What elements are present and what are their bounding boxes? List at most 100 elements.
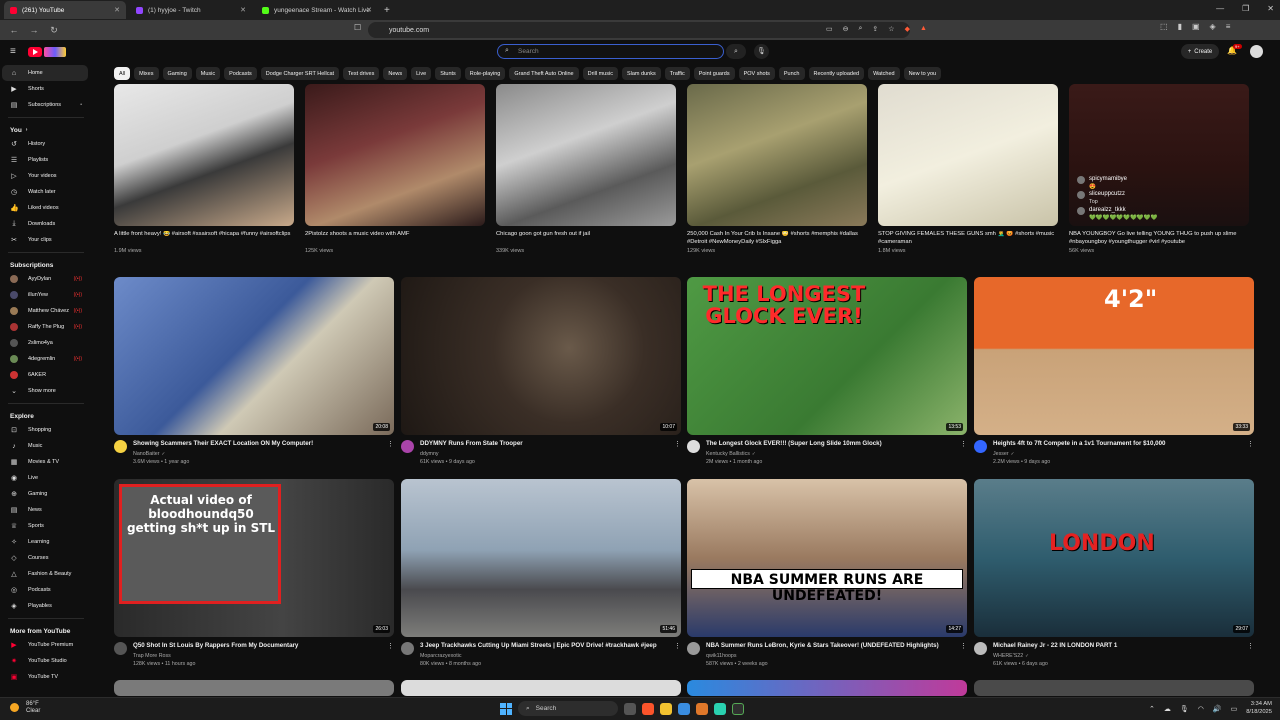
sidebar-sub-4degremlin[interactable]: 4degremlin ((•)) — [0, 351, 92, 367]
video-thumbnail[interactable]: THE LONGEST GLOCK EVER! 13:53 — [687, 277, 967, 435]
sidebar-item-studio[interactable]: ✷ YouTube Studio — [0, 653, 92, 669]
short-thumbnail[interactable] — [496, 84, 676, 226]
channel-name[interactable]: qwik11hoops — [706, 653, 967, 659]
chevron-up-icon[interactable]: ⌃ — [1149, 705, 1155, 713]
sidebar-item-your-videos[interactable]: ▷ Your videos — [0, 168, 92, 184]
sidebar-item-courses[interactable]: ◇ Courses — [0, 550, 92, 566]
short-thumbnail[interactable] — [305, 84, 485, 226]
sidebar-sub-raffy-the-plug[interactable]: Raffy The Plug ((•)) — [0, 319, 92, 335]
browser-tab-kick[interactable]: yungeenace Stream - Watch Live ✕ — [256, 1, 378, 19]
video-title[interactable]: 3 Jeep Trackhawks Cutting Up Miami Stree… — [420, 642, 681, 650]
search-box[interactable]: ⌕ Search — [497, 44, 724, 59]
sidebar-item-gaming[interactable]: ⊕ Gaming — [0, 486, 92, 502]
channel-avatar[interactable] — [401, 440, 414, 453]
channel-name[interactable]: WHERE'S22 ✓ — [993, 653, 1254, 659]
close-tab-icon[interactable]: ✕ — [366, 6, 372, 14]
create-button[interactable]: + Create — [1181, 44, 1219, 59]
mic-icon[interactable]: 🎙 — [1180, 705, 1189, 713]
sidebar-item-liked-videos[interactable]: 👍 Liked videos — [0, 200, 92, 216]
windows-start-icon[interactable] — [500, 702, 512, 715]
sidebar-item-sports[interactable]: ♕ Sports — [0, 518, 92, 534]
account-avatar[interactable] — [1250, 45, 1263, 58]
browser-tab-twitch[interactable]: (1) hyyjoe - Twitch ✕ — [130, 1, 252, 19]
short-title[interactable]: A little front heavy! 😂 #airsoft #ssairs… — [114, 231, 294, 246]
zoom-icon[interactable]: ⊖ — [843, 25, 849, 33]
short-thumbnail[interactable]: spicymamibye 😍 sliceuppcutzz Top darealz… — [1069, 84, 1249, 226]
sidebar-item-shorts[interactable]: ▶ Shorts — [0, 81, 92, 97]
channel-name[interactable]: NanoBaiter ✓ — [133, 451, 394, 457]
chip[interactable]: POV shots — [738, 67, 775, 80]
short-title[interactable]: NBA YOUNGBOY Go live telling YOUNG THUG … — [1069, 231, 1249, 246]
more-options-icon[interactable]: ⋮ — [1247, 440, 1254, 448]
short-card[interactable]: 2Pistolzz shoots a music video with AMF … — [305, 84, 485, 254]
chip-all[interactable]: All — [114, 67, 131, 80]
short-card[interactable]: spicymamibye 😍 sliceuppcutzz Top darealz… — [1069, 84, 1249, 254]
chip[interactable]: Traffic — [664, 67, 690, 80]
chip[interactable]: Grand Theft Auto Online — [509, 67, 579, 80]
translate-icon[interactable]: ⌕ — [859, 25, 863, 33]
more-options-icon[interactable]: ⋮ — [674, 440, 681, 448]
extension-icon[interactable]: ⬚ — [1160, 22, 1168, 31]
video-title[interactable]: Heights 4ft to 7ft Compete in a 1v1 Tour… — [993, 440, 1254, 448]
short-title[interactable]: Chicago goon got gun fresh out if jail — [496, 231, 676, 246]
short-thumbnail[interactable] — [878, 84, 1058, 226]
video-title[interactable]: Michael Rainey Jr - 22 IN LONDON PART 1 — [993, 642, 1254, 650]
sidebar-item-playlists[interactable]: ☰ Playlists — [0, 152, 92, 168]
chip[interactable]: Music — [195, 67, 221, 80]
sidebar-show-more[interactable]: ⌄ Show more — [0, 383, 92, 399]
brave-browser-icon[interactable] — [642, 702, 654, 715]
chip[interactable]: Drill music — [582, 67, 618, 80]
maximize-icon[interactable]: ❐ — [1242, 4, 1249, 13]
video-title[interactable]: The Longest Glock EVER!!! (Super Long Sl… — [706, 440, 967, 448]
sidebar-item-premium[interactable]: ▶ YouTube Premium — [0, 637, 92, 653]
video-thumbnail[interactable]: 51:46 — [401, 479, 681, 637]
sidebar-item-music[interactable]: ♪ Music — [0, 438, 92, 454]
close-window-icon[interactable]: ✕ — [1267, 4, 1274, 13]
more-options-icon[interactable]: ⋮ — [1247, 642, 1254, 650]
chip[interactable]: Stunts — [435, 67, 461, 80]
wallet-icon[interactable]: ▣ — [1192, 22, 1200, 31]
sidebar-item-playables[interactable]: ◈ Playables — [0, 598, 92, 614]
short-thumbnail[interactable] — [114, 84, 294, 226]
cast-icon[interactable]: ▭ — [826, 25, 833, 33]
channel-name[interactable]: Trap More Ross — [133, 653, 394, 659]
new-tab-button[interactable]: + — [384, 5, 390, 16]
share-icon[interactable]: ⇪ — [872, 25, 878, 33]
you-heading[interactable]: You › — [0, 124, 92, 136]
sidebar-item-tv[interactable]: ▣ YouTube TV — [0, 669, 92, 685]
voice-search-button[interactable]: 🎙 — [754, 44, 769, 59]
channel-avatar[interactable] — [974, 642, 987, 655]
channel-name[interactable]: ddymny — [420, 451, 681, 457]
channel-avatar[interactable] — [687, 440, 700, 453]
video-thumbnail[interactable] — [687, 680, 967, 696]
sidebar-item-history[interactable]: ↺ History — [0, 136, 92, 152]
more-options-icon[interactable]: ⋮ — [387, 440, 394, 448]
video-title[interactable]: DDYMNY Runs From State Trooper — [420, 440, 681, 448]
sidebar-sub-2slimo4ya[interactable]: 2slimo4ya — [0, 335, 92, 351]
minimize-icon[interactable]: — — [1216, 4, 1224, 13]
video-thumbnail[interactable]: 20:08 — [114, 277, 394, 435]
chip[interactable]: Test drives — [343, 67, 380, 80]
video-thumbnail[interactable]: NBA SUMMER RUNS ARE UNDEFEATED! 14:27 — [687, 479, 967, 637]
close-tab-icon[interactable]: ✕ — [114, 6, 120, 14]
video-card[interactable]: 51:46 3 Jeep Trackhawks Cutting Up Miami… — [401, 479, 681, 667]
short-thumbnail[interactable] — [687, 84, 867, 226]
video-card[interactable]: 10:07 DDYMNY Runs From State Trooper ddy… — [401, 277, 681, 465]
more-options-icon[interactable]: ⋮ — [674, 642, 681, 650]
chip[interactable]: Mixes — [134, 67, 159, 80]
video-card[interactable] — [401, 680, 681, 696]
sidebar-item-podcasts[interactable]: ◎ Podcasts — [0, 582, 92, 598]
sidebar-item-watch-later[interactable]: ◷ Watch later — [0, 184, 92, 200]
battery-icon[interactable]: ▭ — [1231, 705, 1238, 713]
sidebar-sub-illunyew[interactable]: illunYew ((•)) — [0, 287, 92, 303]
more-options-icon[interactable]: ⋮ — [387, 642, 394, 650]
channel-avatar[interactable] — [687, 642, 700, 655]
video-thumbnail[interactable]: LONDON 29:07 — [974, 479, 1254, 637]
sidebar-sub-matthew-chavez[interactable]: Matthew Chávez ((•)) — [0, 303, 92, 319]
video-card[interactable]: Actual video of bloodhoundq50 getting sh… — [114, 479, 394, 667]
sidebar-toggle-icon[interactable]: ▮ — [1178, 22, 1182, 31]
clock[interactable]: 3:34 AM 8/18/2025 — [1246, 701, 1272, 716]
chip[interactable]: Podcasts — [224, 67, 257, 80]
video-card[interactable]: 20:08 Showing Scammers Their EXACT Locat… — [114, 277, 394, 465]
forward-icon[interactable]: → — [28, 25, 40, 35]
